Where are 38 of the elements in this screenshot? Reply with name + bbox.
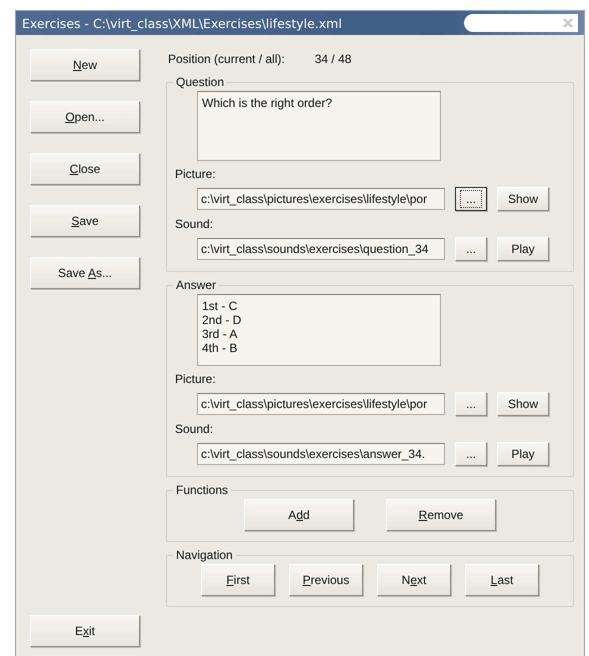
navigation-button[interactable]: First [201, 564, 275, 596]
group-title: Navigation [175, 548, 234, 562]
show-button[interactable]: Show [497, 392, 549, 416]
text-box[interactable]: 1st - C 2nd - D 3rd - A 4th - B [197, 294, 441, 366]
field-label: Picture: [175, 167, 217, 181]
browse-button[interactable]: ... [455, 392, 487, 416]
browse-button[interactable]: ... [455, 187, 487, 211]
browse-button[interactable]: ... [455, 237, 487, 261]
side-button[interactable]: Save [30, 205, 140, 237]
close-icon[interactable] [562, 17, 574, 29]
show-button[interactable]: Show [497, 187, 549, 211]
position-value: 34 / 48 [314, 52, 352, 66]
function-button[interactable]: Add [244, 499, 354, 531]
navigation-button[interactable]: Previous [289, 564, 363, 596]
group-title: Question [175, 75, 226, 89]
function-button[interactable]: Remove [386, 499, 496, 531]
group-title: Answer [175, 278, 218, 292]
exit-button[interactable]: Exit [30, 615, 140, 647]
picture-path-field[interactable]: c:\virt_class\pictures\exercises\lifestyle\por [197, 188, 445, 210]
navigation-button[interactable]: Next [377, 564, 451, 596]
field-label: Sound: [175, 422, 214, 436]
picture-path-field[interactable]: c:\virt_class\pictures\exercises\lifestyle\por [197, 393, 445, 415]
browse-button[interactable]: ... [455, 442, 487, 466]
side-button[interactable]: New [30, 49, 140, 81]
navigation-button[interactable]: Last [465, 564, 539, 596]
play-button[interactable]: Play [497, 237, 549, 261]
side-button[interactable]: Close [30, 153, 140, 185]
sound-path-field[interactable]: c:\virt_class\sounds\exercises\question_34 [197, 238, 445, 260]
field-label: Picture: [175, 372, 217, 386]
position-label: Position (current / all): [168, 52, 285, 66]
side-button[interactable]: Save As... [30, 257, 140, 289]
side-button[interactable]: Open... [30, 101, 140, 133]
text-box[interactable]: Which is the right order? [197, 91, 441, 161]
window-title: Exercises - C:\virt_class\XML\Exercises\lifestyle.xml [22, 16, 342, 30]
sound-path-field[interactable]: c:\virt_class\sounds\exercises\answer_34. [197, 443, 445, 465]
play-button[interactable]: Play [497, 442, 549, 466]
group-title: Functions [175, 483, 230, 497]
field-label: Sound: [175, 217, 214, 231]
